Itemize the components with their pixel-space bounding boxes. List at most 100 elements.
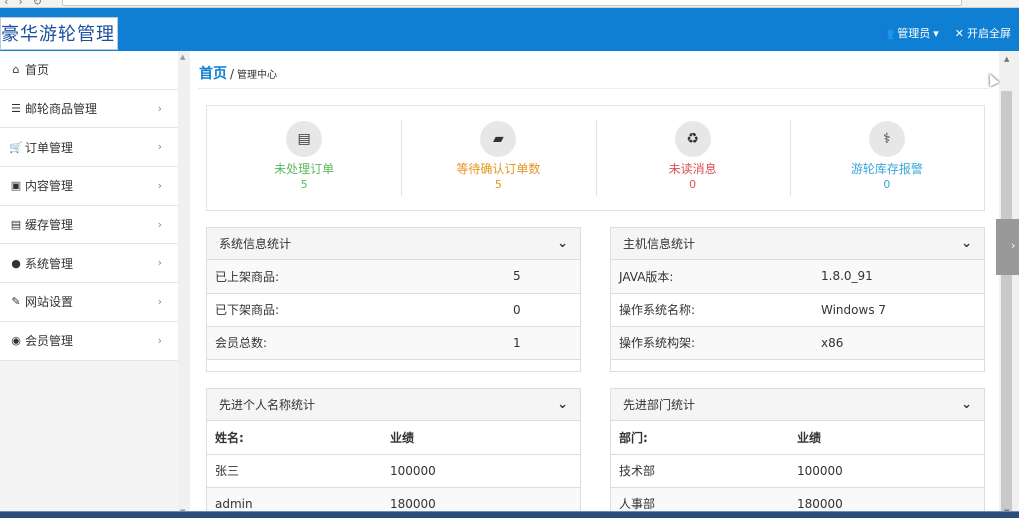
row-label: 操作系统构架: [611,326,821,360]
row-value: 100000 [797,454,984,488]
sidebar-item-file[interactable]: ▤ 缓存管理 › [0,206,178,245]
stat-card[interactable]: ♻ 未读消息 0 [595,106,790,210]
system-info-panel: 系统信息统计 ⌄ 已上架商品: 5 已下架商品: 0 会员总数: 1 [206,227,581,372]
file-icon: ▤ [286,121,323,157]
panel-header[interactable]: 系统信息统计 ⌄ [207,228,580,260]
browser-nav-icons[interactable]: ‹›↻ [4,0,52,7]
image-icon: ▣ [10,179,22,193]
table-row: 张三 100000 [207,454,580,488]
address-bar[interactable] [62,0,962,6]
fullscreen-button[interactable]: ✕ 开启全屏 [955,25,1011,41]
sidebar-item-image[interactable]: ▣ 内容管理 › [0,167,178,206]
row-label: 操作系统名称: [611,293,821,327]
panel-header[interactable]: 先进部门统计 ⌄ [611,389,984,421]
chevron-right-icon: › [1011,239,1016,252]
users-icon: ◉ [11,334,21,348]
scrollbar-thumb[interactable] [1001,91,1012,511]
stat-card[interactable]: ⚕ 游轮库存报警 0 [789,106,984,210]
caret-down-icon: ▾ [933,26,939,40]
scroll-up-icon[interactable]: ▲ [1004,55,1009,63]
top-dept-table: 部门: 业绩 技术部 100000 人事部 180000 [611,421,984,518]
stat-card[interactable]: ▤ 未处理订单 5 [207,106,401,210]
table-row: 技术部 100000 [611,454,984,488]
panel-header[interactable]: 主机信息统计 ⌄ [611,228,984,260]
sidebar-item-label: 系统管理 [25,256,74,271]
sidebar-item-list[interactable]: ☰ 邮轮商品管理 › [0,90,178,129]
panel-header[interactable]: 先进个人名称统计 ⌄ [207,389,580,421]
chevron-right-icon: › [157,179,162,193]
stat-label: 未处理订单 [274,162,335,176]
browser-bar: ‹›↻ [0,0,1019,8]
chevron-right-icon: › [157,217,162,231]
column-header: 业绩 [390,421,580,455]
sidebar-item-label: 网站设置 [25,295,74,310]
row-label: 已下架商品: [207,293,513,327]
brand-text: 豪华游轮管理 [1,24,115,45]
chevron-down-icon[interactable]: ⌄ [557,236,568,251]
table-row: 已上架商品: 5 [207,260,580,294]
sidebar-item-label: 会员管理 [25,334,74,349]
sidebar-item-user[interactable]: ● 系统管理 › [0,244,178,284]
stat-label: 游轮库存报警 [850,162,923,176]
row-label: 张三 [207,454,390,488]
chevron-down-icon[interactable]: ⌄ [557,397,568,412]
scroll-up-icon[interactable]: ▲ [180,53,185,61]
stat-value: 0 [689,178,697,191]
row-value: Windows 7 [821,293,984,327]
panel-title: 先进部门统计 [623,398,696,412]
recycle-icon: ♻ [674,121,711,157]
system-info-table: 已上架商品: 5 已下架商品: 0 会员总数: 1 [207,260,580,360]
side-drawer-toggle[interactable]: › [996,219,1019,275]
fullscreen-label: 开启全屏 [967,27,1011,40]
file-icon: ▤ [10,218,22,232]
stat-card[interactable]: ▰ 等待确认订单数 5 [401,106,595,210]
chevron-right-icon: › [157,140,162,154]
sidebar-scrollbar[interactable]: ▲ ▼ [178,51,190,518]
table-row: 操作系统名称: Windows 7 [611,293,984,327]
chevron-down-icon[interactable]: ⌄ [961,236,972,251]
table-header-row: 部门: 业绩 [611,421,984,455]
column-header: 部门: [611,421,797,455]
row-label: JAVA版本: [611,260,821,294]
chevron-right-icon: › [157,295,162,309]
table-row: JAVA版本: 1.8.0_91 [611,260,984,294]
panel-title: 系统信息统计 [219,237,292,251]
briefcase-icon: ▰ [480,121,517,157]
breadcrumb-home[interactable]: 首页 [199,63,227,83]
top-person-panel: 先进个人名称统计 ⌄ 姓名: 业绩 张三 100000 admin 180000 [206,388,581,518]
header-actions: 👥 管理员 ▾ ✕ 开启全屏 [881,25,1011,41]
sidebar-menu: ⌂ 首页 ☰ 邮轮商品管理 › 🛒 订单管理 › ▣ 内容管理 › ▤ 缓存管理 › ● 系统管理 › ✎ 网站设置… [0,51,178,361]
sidebar-item-label: 邮轮商品管理 [25,102,98,117]
sidebar-item-cart[interactable]: 🛒 订单管理 › [0,128,178,168]
table-row: 会员总数: 1 [207,326,580,360]
list-icon: ☰ [11,102,21,116]
row-label: 已上架商品: [207,260,513,294]
user-md-icon: ⚕ [868,121,905,157]
sidebar-item-users[interactable]: ◉ 会员管理 › [0,322,178,361]
sidebar-item-label: 缓存管理 [25,218,74,233]
sidebar-item-label: 内容管理 [25,179,74,194]
top-person-table: 姓名: 业绩 张三 100000 admin 180000 [207,421,580,518]
breadcrumb: 首页 / 管理中心 [199,63,277,83]
host-info-panel: 主机信息统计 ⌄ JAVA版本: 1.8.0_91 操作系统名称: Windows 7… [610,227,985,372]
expand-icon: ✕ [954,26,964,40]
brand-logo[interactable]: 豪华游轮管理 [0,17,118,50]
admin-menu-button[interactable]: 👥 管理员 ▾ [881,25,939,41]
page-scrollbar[interactable]: ▲ ▼ [999,51,1019,518]
chevron-down-icon[interactable]: ⌄ [961,397,972,412]
row-label: 会员总数: [207,326,513,360]
chevron-right-icon: › [157,101,162,115]
table-row: 操作系统构架: x86 [611,326,984,360]
row-label: 技术部 [611,454,797,488]
row-value: x86 [821,326,984,360]
users-icon: 👥 [880,26,895,40]
stat-label: 等待确认订单数 [456,162,541,176]
row-value: 0 [513,293,580,327]
wrench-icon: ✎ [11,295,21,309]
sidebar-item-wrench[interactable]: ✎ 网站设置 › [0,283,178,322]
admin-label: 管理员 [897,27,931,40]
main-content: 首页 / 管理中心 ▤ 未处理订单 5 ▰ 等待确认订单数 5 ♻ 未读消息 0 ⚕ 游轮库存报警 0… [190,51,999,518]
sidebar-item-home[interactable]: ⌂ 首页 [0,51,178,90]
taskbar [0,511,1019,518]
row-value: 1.8.0_91 [821,260,984,294]
